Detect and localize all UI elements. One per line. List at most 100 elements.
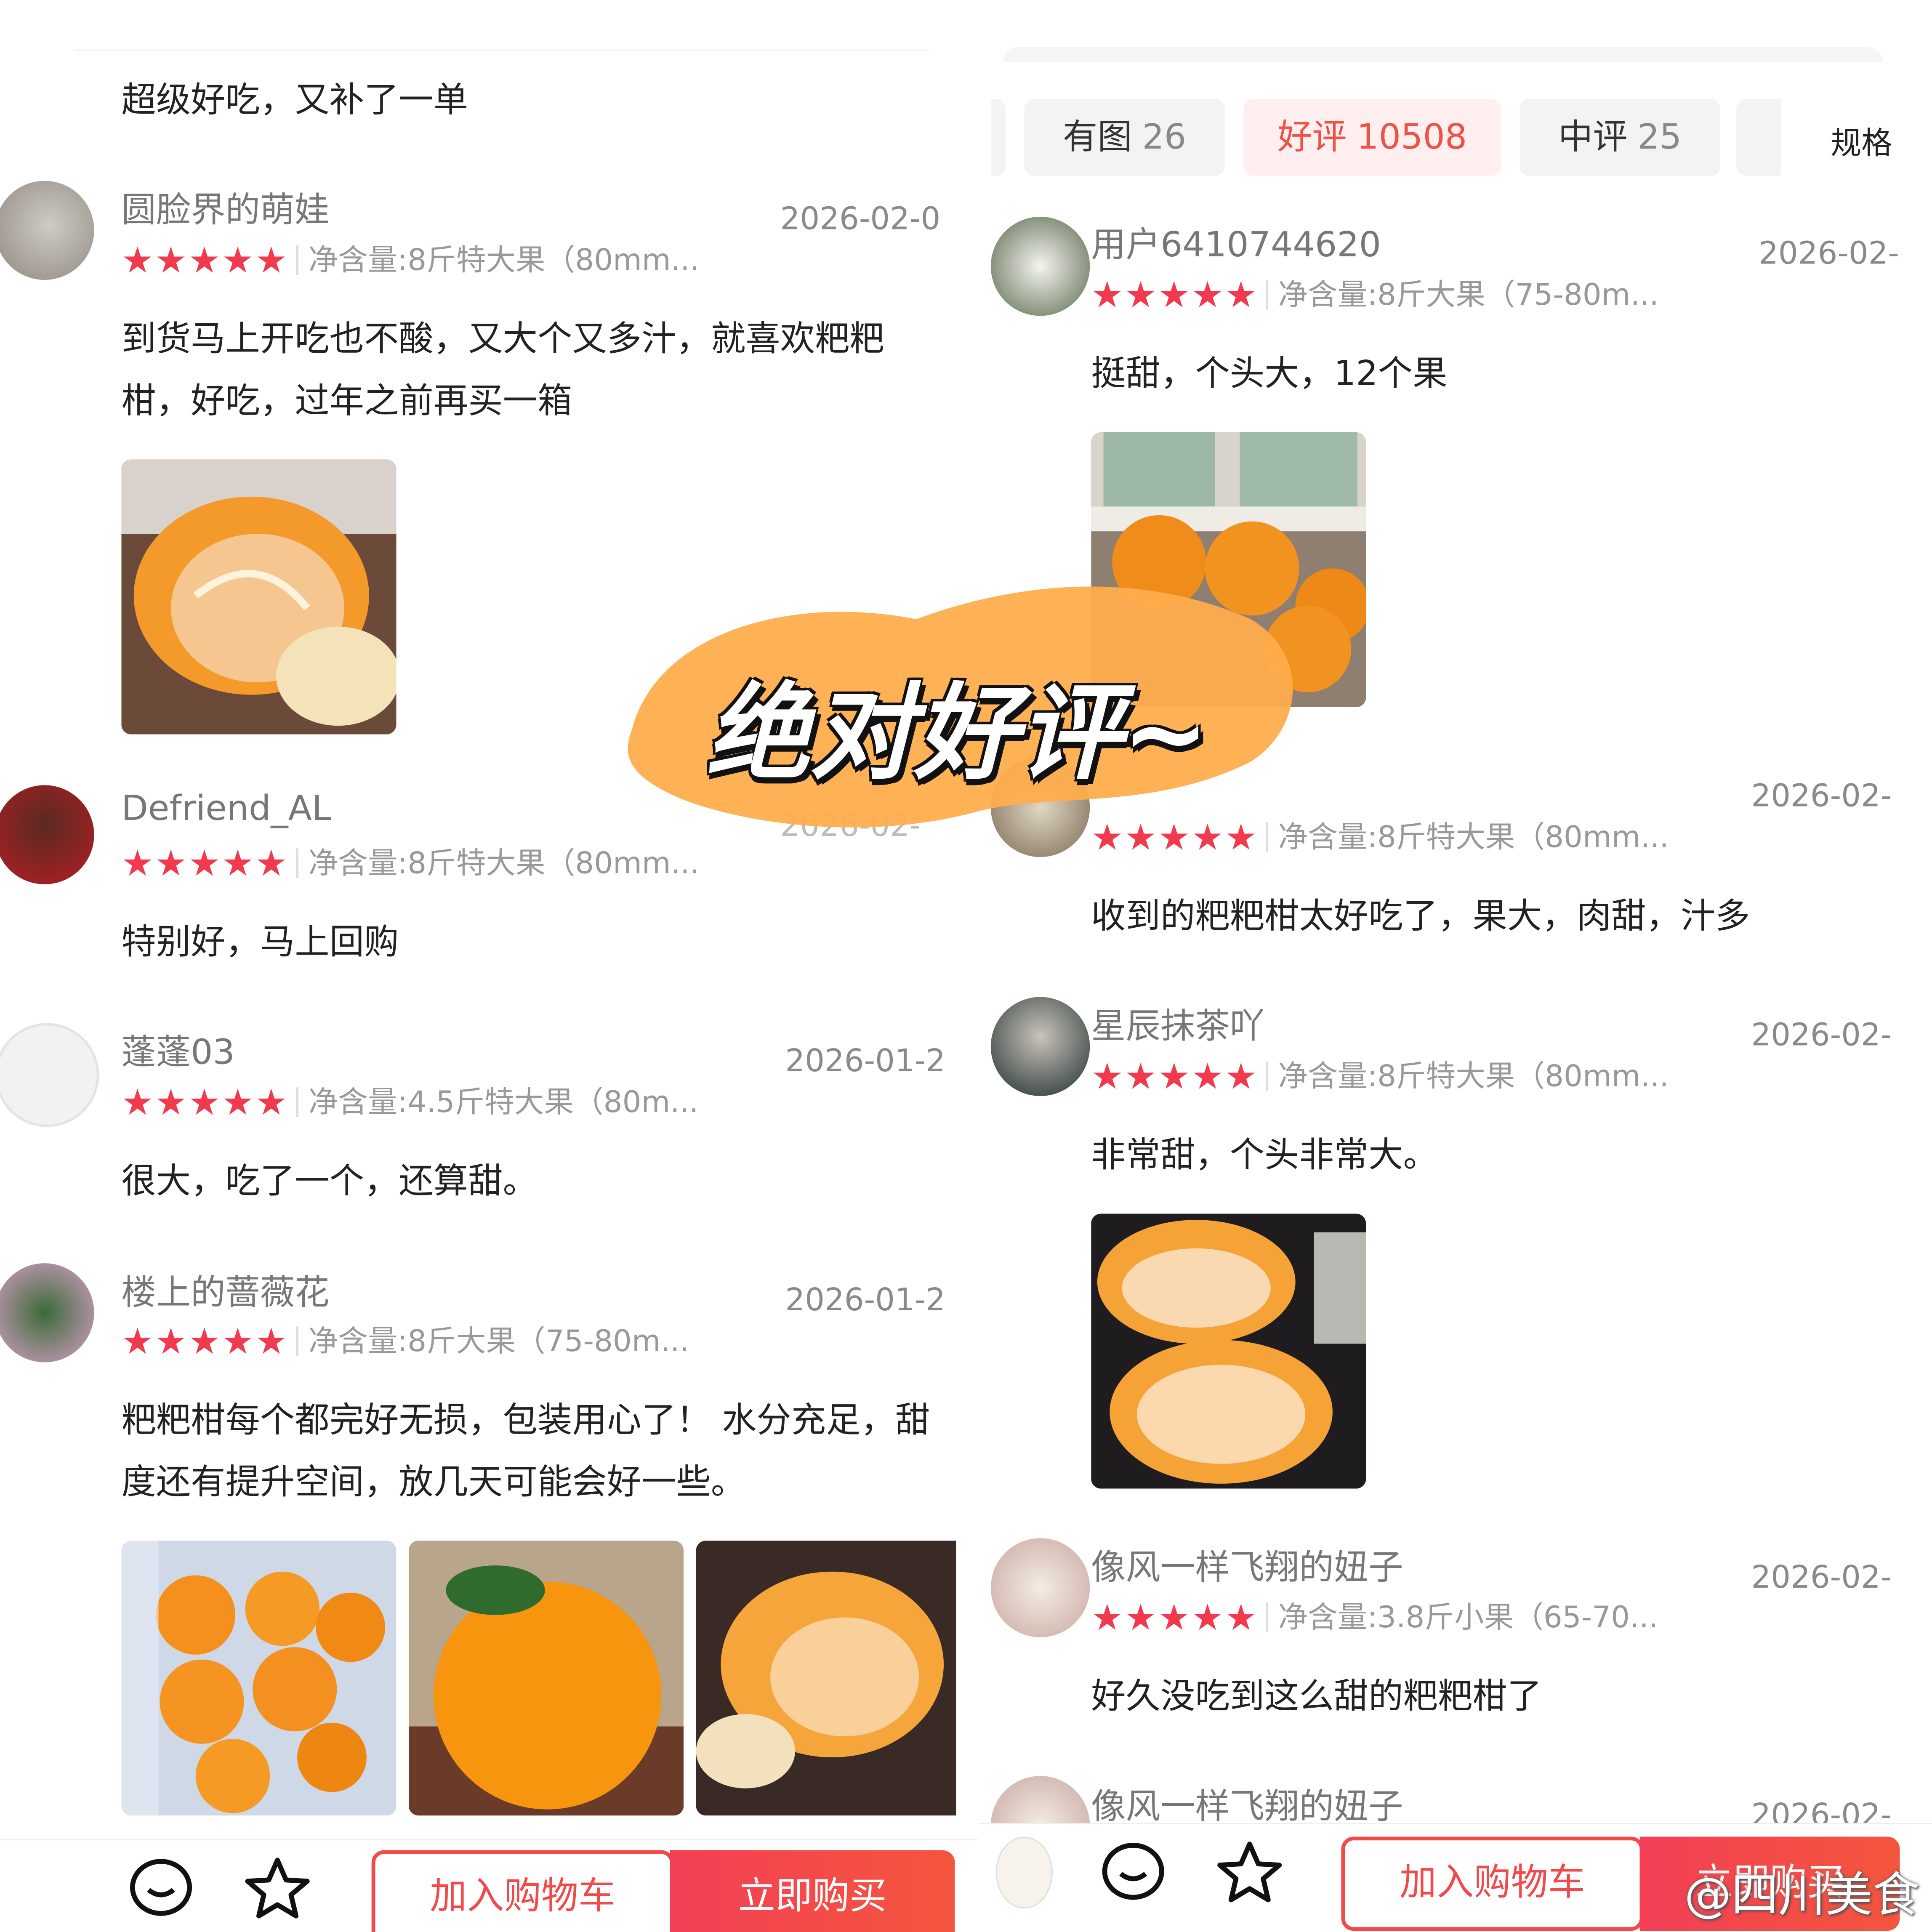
star-icon: ★ [255,842,287,884]
reviewer-name[interactable]: 像风一样飞翔的妞子 [1091,1541,1403,1590]
review-photo[interactable] [408,1541,684,1816]
reviewer-name[interactable]: 像风一样飞翔的妞子 [1091,1780,1403,1829]
star-icon: ★ [1158,274,1190,316]
star-icon: ★ [1224,816,1257,859]
tab-count: 26 [1142,116,1187,157]
star-icon: ★ [221,1320,254,1363]
star-icon: ★ [221,842,254,884]
reviewer-name[interactable]: 用户6410744620 [1091,218,1381,268]
tab-neutral[interactable]: 中评 25 [1520,99,1720,176]
star-icon: ★ [255,1081,287,1123]
user-avatar[interactable] [990,758,1090,857]
tab-label: 中评 [1558,116,1628,157]
tab-overflow[interactable] [1736,99,1781,176]
star-icon: ★ [121,842,154,884]
tab-positive[interactable]: 好评 10508 [1243,99,1501,176]
favorite-star-icon[interactable] [1213,1836,1287,1911]
star-icon: ★ [1091,274,1123,316]
review-text-line: 粑粑柑每个都完好无损，包装用心了！ 水分充足，甜 [121,1399,930,1440]
user-avatar[interactable] [990,1538,1090,1637]
favorite-star-icon[interactable] [240,1853,315,1927]
review-text-line: 收到的粑粑柑太好吃了，果大，肉甜，汁多 [1091,895,1750,937]
star-icon: ★ [221,239,254,281]
chat-icon[interactable] [124,1853,198,1927]
star-icon: ★ [1224,1596,1257,1639]
reviewer-name[interactable]: 楼上的蔷薇花 [121,1266,329,1315]
chat-icon[interactable] [1096,1836,1171,1911]
product-spec: 净含量:8斤特大果（80mm... [296,848,699,878]
spec-filter[interactable]: 规格 [1831,119,1892,163]
tab-with-photo[interactable]: 有图 26 [1024,99,1225,176]
review-text-line: 挺甜，个头大，12个果 [1091,353,1448,394]
star-icon: ★ [1124,1596,1157,1639]
review-photo[interactable] [121,459,397,734]
star-icon: ★ [121,239,154,281]
star-icon: ★ [1091,816,1123,859]
star-icon: ★ [1224,1055,1257,1097]
right-review-panel: 有图 26 好评 10508 中评 25 规格 用户6410744620 2026-0… [978,0,1932,1932]
product-spec: 净含量:4.5斤特大果（80m... [296,1087,699,1117]
user-avatar[interactable] [0,181,94,280]
review-text-line: 特别好，马上回购 [121,921,399,963]
star-icon: ★ [154,842,187,884]
star-icon: ★ [1124,274,1157,316]
product-spec: 净含量:8斤特大果（80mm... [1266,1061,1669,1091]
review-photo[interactable] [1091,432,1366,708]
star-icon: ★ [1091,1596,1123,1639]
sheet-handle [1003,47,1883,62]
review-text: 超级好吃，又补了一单 [121,79,468,120]
tab-overflow[interactable] [990,99,1006,176]
tab-count: 10508 [1357,116,1467,157]
rating-stars: ★ ★ ★ ★ ★ 净含量:3.8斤小果（65-70... [1091,1599,1658,1636]
divider [74,49,929,51]
bottom-action-bar: 加入购物车 立即购买 [0,1839,979,1932]
review-photo[interactable] [696,1541,956,1816]
reviewer-name[interactable]: 蓬蓬03 [121,1025,235,1075]
review-photo[interactable] [121,1541,397,1816]
star-icon: ★ [1224,274,1257,316]
add-to-cart-button[interactable]: 加入购物车 [371,1850,674,1932]
star-icon: ★ [1158,816,1190,859]
star-icon: ★ [1124,816,1157,859]
review-text-line: 柑，好吃，过年之前再买一箱 [121,380,572,421]
tab-label: 有图 [1063,116,1132,157]
user-avatar[interactable] [0,1023,99,1127]
user-avatar[interactable] [0,1263,94,1363]
review-text-line: 到货马上开吃也不酸，又大个又多汁，就喜欢粑粑 [121,318,884,359]
shop-logo[interactable] [995,1836,1053,1909]
buy-now-button[interactable]: 立即购买 [670,1850,955,1932]
star-icon: ★ [255,239,287,281]
oranges-in-bag-photo [121,1541,397,1816]
rating-stars: ★ ★ ★ ★ ★ 净含量:8斤大果（75-80m... [121,1323,689,1360]
review-text-line: 好久没吃到这么甜的粑粑柑了 [1091,1675,1542,1717]
review-date: 2026-02- [1751,1017,1892,1053]
reviewer-name[interactable]: Defriend_AL [121,788,331,828]
reviewer-name[interactable]: 圆脸界的萌娃 [121,183,329,233]
review-photo[interactable] [1091,1213,1366,1489]
user-avatar[interactable] [990,997,1090,1096]
review-date: 2026-01-2 [785,1043,946,1079]
review-date: 2026-02-0 [780,200,941,237]
star-icon: ★ [154,239,187,281]
rating-stars: ★ ★ ★ ★ ★ 净含量:4.5斤特大果（80m... [121,1084,698,1121]
add-to-cart-button[interactable]: 加入购物车 [1341,1836,1644,1931]
star-icon: ★ [188,1320,221,1363]
user-avatar[interactable] [990,216,1090,316]
review-text-line: 度还有提升空间，放几天可能会好一些。 [121,1461,746,1503]
star-icon: ★ [255,1320,287,1363]
product-spec: 净含量:8斤特大果（80mm... [296,245,699,275]
star-icon: ★ [1191,816,1224,859]
peeled-orange-photo [121,459,397,734]
reviewer-name[interactable]: 星辰抹茶吖 [1091,999,1264,1049]
single-orange-photo [408,1541,684,1816]
star-icon: ★ [1158,1055,1190,1097]
user-avatar[interactable] [0,785,94,884]
review-text-line: 非常甜，个头非常大。 [1091,1134,1438,1176]
star-icon: ★ [188,1081,221,1123]
star-icon: ★ [1191,1055,1224,1097]
rating-stars: ★ ★ ★ ★ ★ 净含量:8斤大果（75-80m... [1091,276,1659,313]
product-spec: 净含量:3.8斤小果（65-70... [1266,1602,1658,1632]
star-icon: ★ [1091,1055,1123,1097]
rating-stars: ★ ★ ★ ★ ★ 净含量:8斤特大果（80mm... [1091,819,1669,856]
tab-label: 好评 [1277,116,1347,157]
